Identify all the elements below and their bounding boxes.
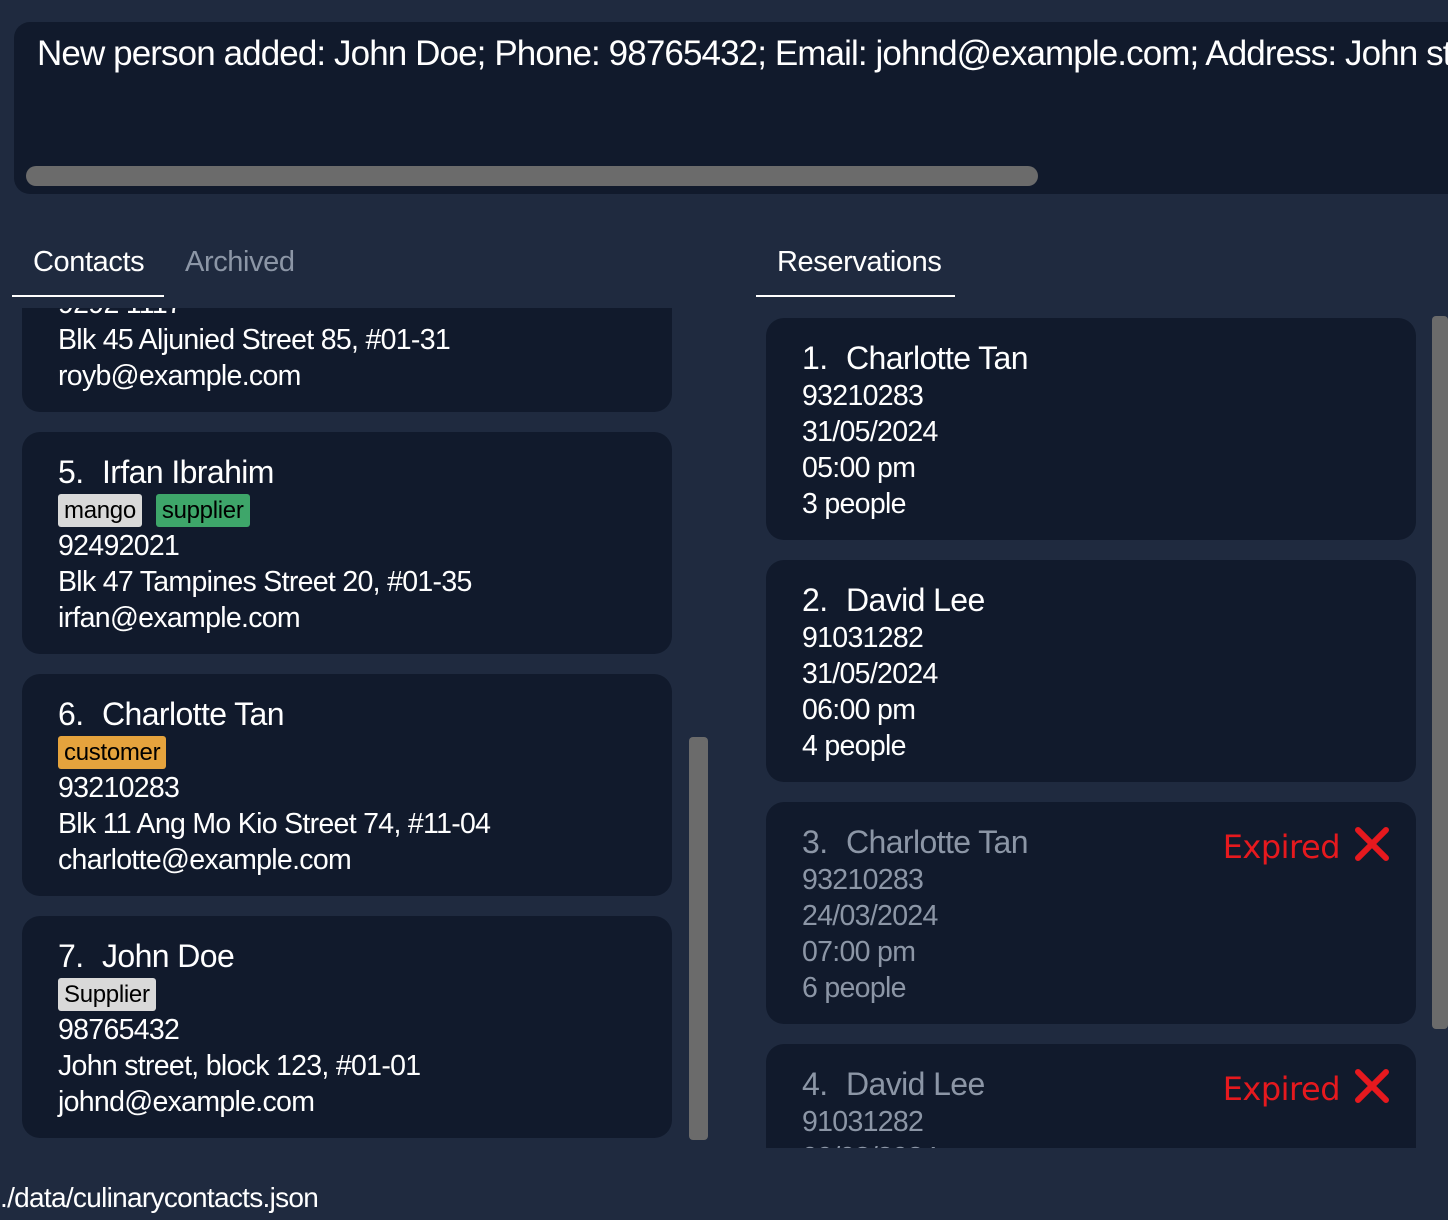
reservation-time: 07:00 pm [802,936,916,968]
reservation-card[interactable]: 2. David Lee 91031282 31/05/2024 06:00 pm… [766,560,1416,782]
reservation-time: 06:00 pm [802,694,916,726]
reservation-date: 31/05/2024 [802,658,938,690]
tag-badge: mango [58,493,142,527]
tab-reservations[interactable]: Reservations [777,246,942,296]
contact-card[interactable]: 6. Charlotte Tan customer 93210283 Blk 11… [22,674,672,896]
result-horizontal-scrollbar[interactable] [26,166,1038,186]
reservation-time: 05:00 pm [802,452,916,484]
tag-badge: supplier [155,493,250,527]
reservation-name: 3. Charlotte Tan [802,822,1029,862]
reservation-date: 31/05/2024 [802,416,938,448]
reservation-card-expired[interactable]: 4. David Lee 91031282 09/03/2024 Expired [766,1044,1416,1148]
reservation-list[interactable]: 1. Charlotte Tan 93210283 31/05/2024 05:0… [740,308,1448,1148]
reservation-name-text: Charlotte Tan [846,824,1029,860]
contact-tags: customer [58,734,490,770]
result-display[interactable]: New person added: John Doe; Phone: 98765… [14,22,1448,194]
reservation-date: 09/03/2024 [802,1140,985,1148]
contact-email: charlotte@example.com [58,844,352,876]
contact-name: 7. John Doe [58,936,420,976]
reservation-index: 2. [802,582,828,618]
contact-index: 5. [58,454,84,490]
reservation-name: 1. Charlotte Tan [802,338,1029,378]
contact-phone: 98765432 [58,1014,180,1046]
expired-label: Expired [1222,1070,1341,1108]
tab-reservations-underline [756,295,955,297]
contact-address: Blk 45 Aljunied Street 85, #01-31 [58,324,451,356]
contact-email: johnd@example.com [58,1086,315,1118]
reservation-index: 3. [802,824,828,860]
storage-path: ./data/culinarycontacts.json [0,1182,319,1213]
reservation-name-text: Charlotte Tan [846,340,1029,376]
reservation-index: 4. [802,1066,828,1102]
reservation-pax: 6 people [802,972,906,1004]
close-icon [1355,827,1389,861]
contact-phone: 9292 1117 [58,308,450,322]
contact-name: 6. Charlotte Tan [58,694,490,734]
tab-contacts-underline [12,295,164,297]
contact-name-text: John Doe [102,938,235,974]
contact-phone: 92492021 [58,530,180,562]
contact-address: John street, block 123, #01-01 [58,1050,421,1082]
reservation-index: 1. [802,340,828,376]
contact-email: royb@example.com [58,360,301,392]
reservation-pax: 4 people [802,730,906,762]
tag-badge: customer [58,735,167,769]
contact-address: Blk 47 Tampines Street 20, #01-35 [58,566,472,598]
reservation-phone: 91031282 [802,1106,924,1138]
reservation-phone: 93210283 [802,864,924,896]
reservation-name: 4. David Lee [802,1064,985,1104]
reservation-pax: 3 people [802,488,906,520]
contact-card[interactable]: 9292 1117 Blk 45 Aljunied Street 85, #01… [22,308,672,412]
contact-card[interactable]: 5. Irfan Ibrahim mango supplier 92492021 … [22,432,672,654]
contact-list-scrollbar[interactable] [689,737,708,1140]
contact-card[interactable]: 7. John Doe Supplier 98765432 John street… [22,916,672,1138]
reservation-card[interactable]: 1. Charlotte Tan 93210283 31/05/2024 05:0… [766,318,1416,540]
expired-label: Expired [1222,828,1341,866]
reservation-date: 24/03/2024 [802,900,938,932]
reservation-phone: 93210283 [802,380,924,412]
contact-tags: Supplier [58,976,420,1012]
result-message: New person added: John Doe; Phone: 98765… [37,34,1448,73]
reservation-list-scrollbar[interactable] [1432,316,1448,1029]
contact-phone: 93210283 [58,772,180,804]
tab-archived[interactable]: Archived [185,246,295,296]
contact-index: 6. [58,696,84,732]
reservation-phone: 91031282 [802,622,924,654]
contact-index: 7. [58,938,84,974]
contact-tags: mango supplier [58,492,472,528]
contact-email: irfan@example.com [58,602,301,634]
tag-badge: Supplier [58,977,156,1011]
contact-address: Blk 11 Ang Mo Kio Street 74, #11-04 [58,808,491,840]
tab-contacts[interactable]: Contacts [33,246,145,296]
contact-name-text: Irfan Ibrahim [102,454,274,490]
close-icon [1355,1069,1389,1103]
reservation-card-expired[interactable]: 3. Charlotte Tan 93210283 24/03/2024 07:0… [766,802,1416,1024]
contact-name: 5. Irfan Ibrahim [58,452,472,492]
reservation-name-text: David Lee [846,1066,985,1102]
reservation-name: 2. David Lee [802,580,985,620]
contact-list[interactable]: 9292 1117 Blk 45 Aljunied Street 85, #01… [0,308,740,1150]
contact-name-text: Charlotte Tan [102,696,285,732]
reservation-name-text: David Lee [846,582,985,618]
